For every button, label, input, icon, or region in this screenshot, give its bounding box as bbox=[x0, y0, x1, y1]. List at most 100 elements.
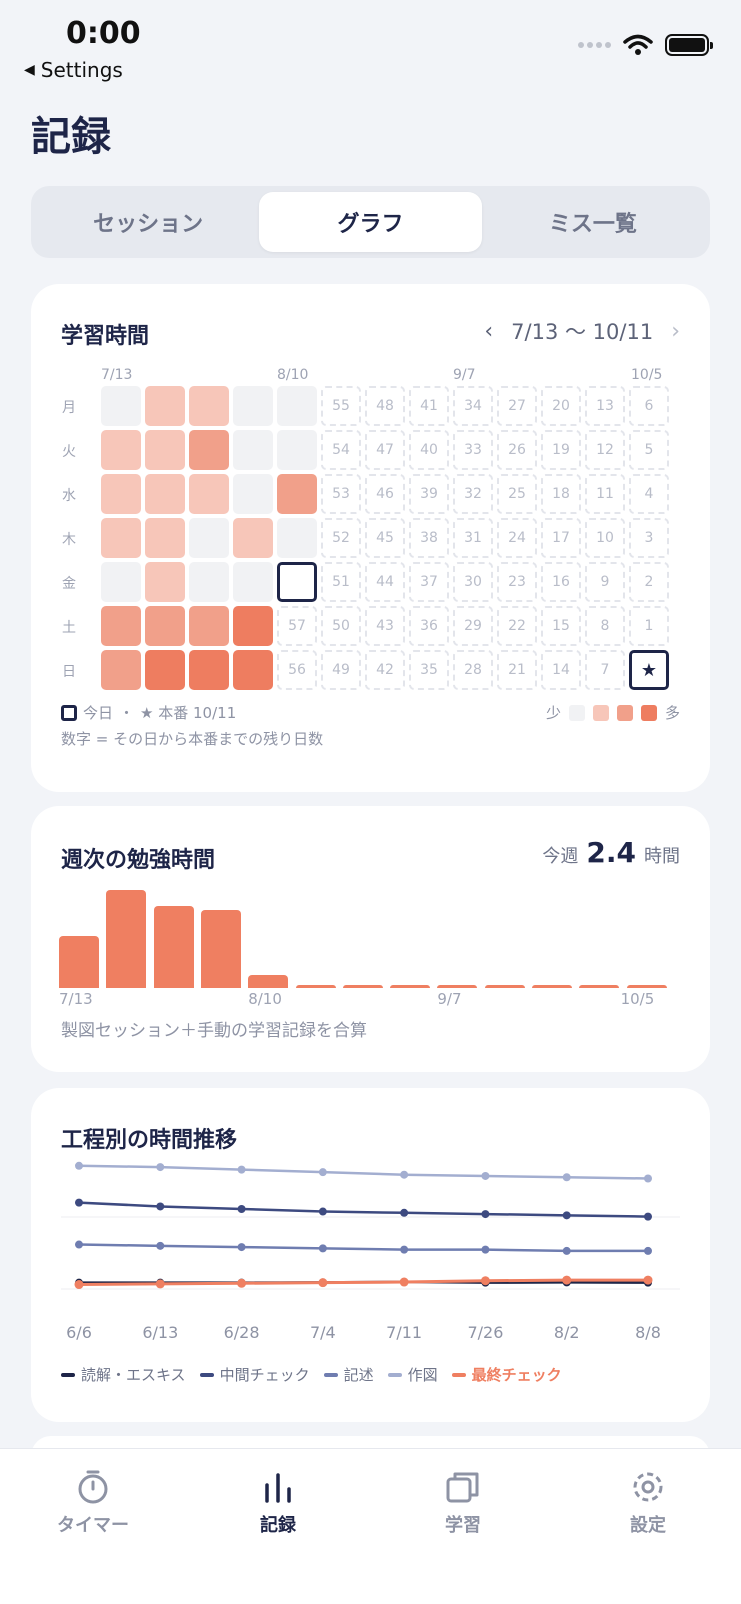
heatmap-countdown-cell[interactable]: 8 bbox=[585, 606, 625, 646]
heatmap-countdown-cell[interactable]: 18 bbox=[541, 474, 581, 514]
heatmap-cell-today[interactable] bbox=[277, 562, 317, 602]
heatmap-countdown-cell[interactable]: 26 bbox=[497, 430, 537, 470]
heatmap-countdown-cell[interactable]: 37 bbox=[409, 562, 449, 602]
tab-records[interactable]: 記録 bbox=[218, 1469, 338, 1537]
heatmap-countdown-cell[interactable]: 52 bbox=[321, 518, 361, 558]
heatmap-countdown-cell[interactable]: 53 bbox=[321, 474, 361, 514]
heatmap-countdown-cell[interactable]: 50 bbox=[321, 606, 361, 646]
heatmap-countdown-cell[interactable]: 47 bbox=[365, 430, 405, 470]
heatmap-cell[interactable] bbox=[233, 474, 273, 514]
heatmap-countdown-cell[interactable]: 5 bbox=[629, 430, 669, 470]
heatmap-countdown-cell[interactable]: 24 bbox=[497, 518, 537, 558]
heatmap-countdown-cell[interactable]: 2 bbox=[629, 562, 669, 602]
heatmap-countdown-cell[interactable]: 34 bbox=[453, 386, 493, 426]
heatmap-cell[interactable] bbox=[233, 430, 273, 470]
heatmap-countdown-cell[interactable]: 42 bbox=[365, 650, 405, 690]
heatmap-countdown-cell[interactable]: 13 bbox=[585, 386, 625, 426]
heatmap-cell[interactable] bbox=[145, 650, 185, 690]
heatmap-countdown-cell[interactable]: 25 bbox=[497, 474, 537, 514]
heatmap-countdown-cell[interactable]: 33 bbox=[453, 430, 493, 470]
heatmap-countdown-cell[interactable]: 1 bbox=[629, 606, 669, 646]
heatmap-countdown-cell[interactable]: 22 bbox=[497, 606, 537, 646]
heatmap-cell[interactable] bbox=[189, 430, 229, 470]
heatmap-cell[interactable] bbox=[145, 606, 185, 646]
heatmap-countdown-cell[interactable]: 12 bbox=[585, 430, 625, 470]
prev-range-icon[interactable]: ‹ bbox=[484, 319, 493, 344]
heatmap-countdown-cell[interactable]: 23 bbox=[497, 562, 537, 602]
heatmap-cell[interactable] bbox=[233, 386, 273, 426]
heatmap-countdown-cell[interactable]: 9 bbox=[585, 562, 625, 602]
heatmap-cell[interactable] bbox=[145, 474, 185, 514]
heatmap-countdown-cell[interactable]: 55 bbox=[321, 386, 361, 426]
heatmap-countdown-cell[interactable]: 16 bbox=[541, 562, 581, 602]
heatmap-countdown-cell[interactable]: 14 bbox=[541, 650, 581, 690]
heatmap-cell[interactable] bbox=[277, 430, 317, 470]
heatmap-cell[interactable] bbox=[233, 606, 273, 646]
heatmap-countdown-cell[interactable]: 35 bbox=[409, 650, 449, 690]
heatmap-cell[interactable] bbox=[189, 474, 229, 514]
heatmap-countdown-cell[interactable]: 11 bbox=[585, 474, 625, 514]
heatmap-cell[interactable] bbox=[189, 518, 229, 558]
heatmap-countdown-cell[interactable]: 20 bbox=[541, 386, 581, 426]
tab-timer[interactable]: タイマー bbox=[33, 1469, 153, 1537]
heatmap-countdown-cell[interactable]: 49 bbox=[321, 650, 361, 690]
heatmap-countdown-cell[interactable]: 17 bbox=[541, 518, 581, 558]
heatmap-countdown-cell[interactable]: 40 bbox=[409, 430, 449, 470]
segment-graph[interactable]: グラフ bbox=[259, 192, 482, 252]
heatmap-cell[interactable] bbox=[101, 474, 141, 514]
heatmap-countdown-cell[interactable]: 27 bbox=[497, 386, 537, 426]
heatmap-countdown-cell[interactable]: 57 bbox=[277, 606, 317, 646]
heatmap-cell[interactable] bbox=[189, 650, 229, 690]
heatmap-countdown-cell[interactable]: 41 bbox=[409, 386, 449, 426]
heatmap-cell[interactable] bbox=[145, 386, 185, 426]
heatmap-cell[interactable] bbox=[101, 430, 141, 470]
tab-settings[interactable]: 設定 bbox=[588, 1469, 708, 1537]
heatmap-countdown-cell[interactable]: 51 bbox=[321, 562, 361, 602]
heatmap-cell[interactable] bbox=[101, 562, 141, 602]
heatmap-countdown-cell[interactable]: 3 bbox=[629, 518, 669, 558]
exam-day-star-icon[interactable]: ★ bbox=[629, 650, 669, 690]
heatmap-countdown-cell[interactable]: 10 bbox=[585, 518, 625, 558]
heatmap-countdown-cell[interactable]: 31 bbox=[453, 518, 493, 558]
back-to-settings[interactable]: ◀ Settings bbox=[24, 58, 123, 82]
heatmap-cell[interactable] bbox=[145, 562, 185, 602]
heatmap-countdown-cell[interactable]: 48 bbox=[365, 386, 405, 426]
tab-study[interactable]: 学習 bbox=[403, 1469, 523, 1537]
heatmap-cell[interactable] bbox=[189, 562, 229, 602]
heatmap-cell[interactable] bbox=[277, 518, 317, 558]
heatmap-cell[interactable] bbox=[101, 386, 141, 426]
segment-sessions[interactable]: セッション bbox=[37, 192, 259, 252]
heatmap-countdown-cell[interactable]: 30 bbox=[453, 562, 493, 602]
heatmap-countdown-cell[interactable]: 28 bbox=[453, 650, 493, 690]
heatmap-countdown-cell[interactable]: 45 bbox=[365, 518, 405, 558]
heatmap-cell[interactable] bbox=[101, 518, 141, 558]
heatmap-countdown-cell[interactable]: 39 bbox=[409, 474, 449, 514]
next-range-icon[interactable]: › bbox=[671, 319, 680, 344]
heatmap-countdown-cell[interactable]: 36 bbox=[409, 606, 449, 646]
heatmap-cell[interactable] bbox=[233, 650, 273, 690]
heatmap-countdown-cell[interactable]: 32 bbox=[453, 474, 493, 514]
heatmap-cell[interactable] bbox=[145, 518, 185, 558]
heatmap-cell[interactable] bbox=[277, 386, 317, 426]
heatmap-countdown-cell[interactable]: 54 bbox=[321, 430, 361, 470]
heatmap-countdown-cell[interactable]: 56 bbox=[277, 650, 317, 690]
heatmap-countdown-cell[interactable]: 4 bbox=[629, 474, 669, 514]
heatmap-cell[interactable] bbox=[233, 562, 273, 602]
heatmap-cell[interactable] bbox=[189, 606, 229, 646]
heatmap-countdown-cell[interactable]: 6 bbox=[629, 386, 669, 426]
heatmap-countdown-cell[interactable]: 7 bbox=[585, 650, 625, 690]
heatmap-countdown-cell[interactable]: 38 bbox=[409, 518, 449, 558]
heatmap-cell[interactable] bbox=[101, 650, 141, 690]
heatmap-cell[interactable] bbox=[189, 386, 229, 426]
heatmap-cell[interactable] bbox=[101, 606, 141, 646]
heatmap-cell[interactable] bbox=[233, 518, 273, 558]
heatmap-cell[interactable] bbox=[145, 430, 185, 470]
heatmap-countdown-cell[interactable]: 43 bbox=[365, 606, 405, 646]
segment-mistakes[interactable]: ミス一覧 bbox=[482, 192, 704, 252]
heatmap-cell[interactable] bbox=[277, 474, 317, 514]
heatmap-countdown-cell[interactable]: 21 bbox=[497, 650, 537, 690]
heatmap-countdown-cell[interactable]: 15 bbox=[541, 606, 581, 646]
heatmap-countdown-cell[interactable]: 44 bbox=[365, 562, 405, 602]
heatmap-countdown-cell[interactable]: 46 bbox=[365, 474, 405, 514]
heatmap-countdown-cell[interactable]: 19 bbox=[541, 430, 581, 470]
